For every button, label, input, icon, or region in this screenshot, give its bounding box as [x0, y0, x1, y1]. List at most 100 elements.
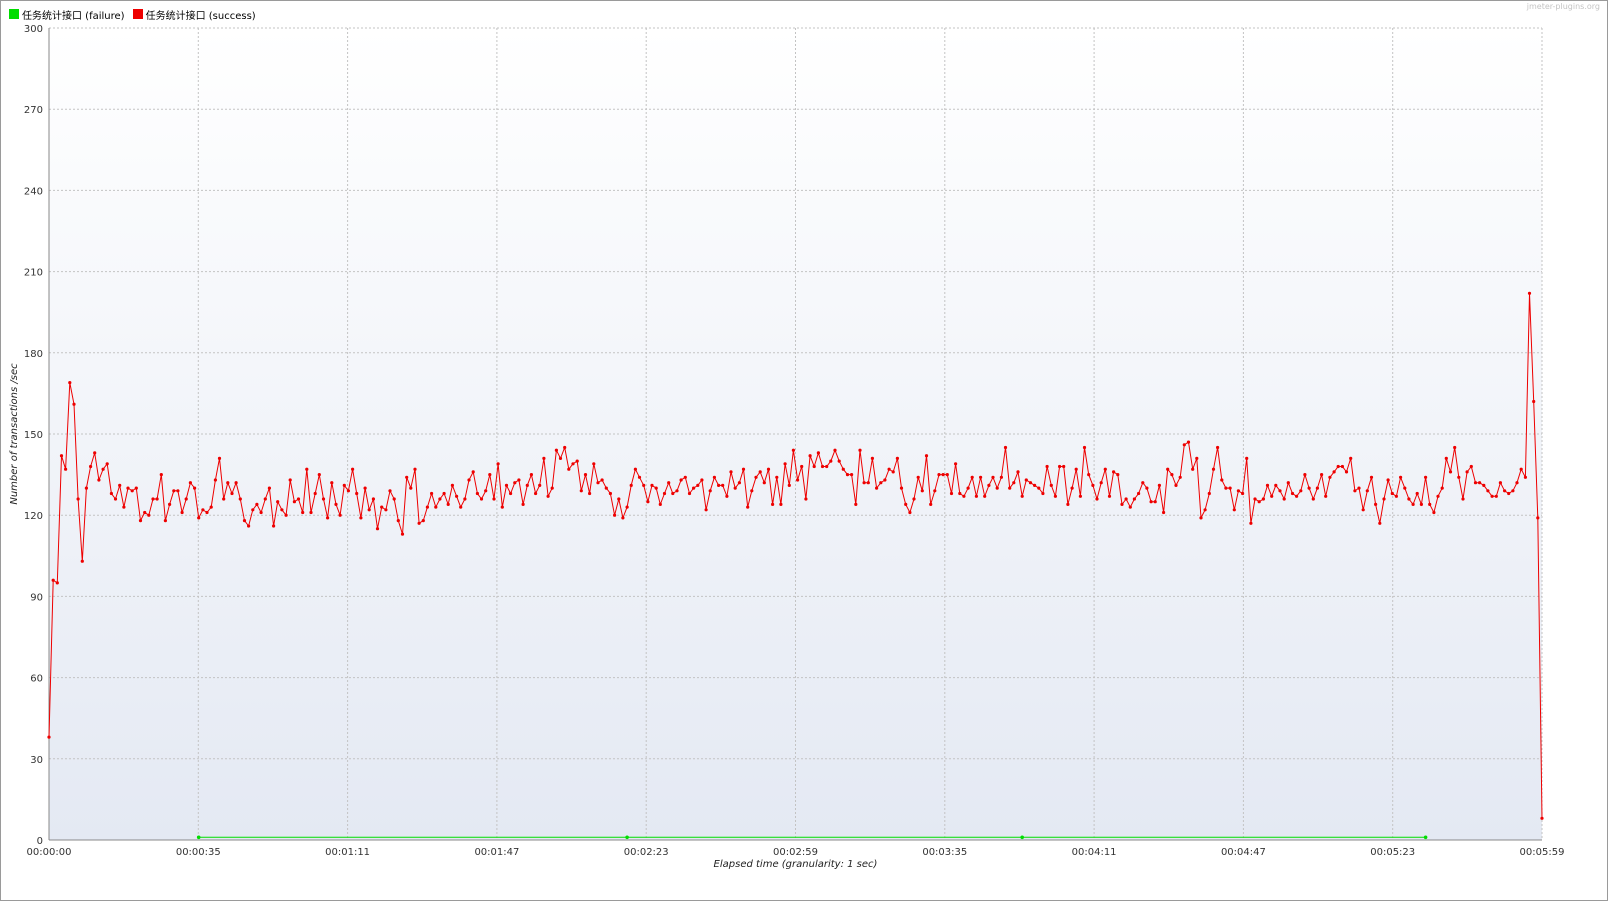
data-point-success — [93, 451, 97, 455]
x-tick-label: 00:00:00 — [27, 847, 72, 858]
data-point-success — [272, 524, 276, 528]
data-point-success — [567, 467, 571, 471]
data-point-success — [1511, 489, 1515, 493]
data-point-success — [1461, 497, 1465, 501]
data-point-success — [1211, 467, 1216, 471]
data-point-success — [1494, 494, 1498, 498]
data-point-success — [442, 491, 446, 496]
data-point-success — [929, 502, 933, 506]
data-point-success — [59, 454, 64, 458]
data-point-success — [417, 521, 421, 525]
data-point-success — [205, 510, 209, 515]
data-point-success — [787, 483, 791, 487]
data-point-success — [1058, 464, 1062, 469]
data-point-success — [1473, 481, 1478, 485]
data-point-success — [450, 483, 454, 487]
data-point-success — [596, 481, 600, 485]
x-tick-label: 00:01:47 — [474, 847, 519, 858]
data-point-success — [796, 478, 800, 482]
data-point-success — [1411, 502, 1415, 506]
data-point-success — [113, 497, 118, 501]
data-point-success — [1482, 483, 1486, 487]
data-point-success — [89, 464, 93, 469]
data-point-success — [1453, 445, 1457, 450]
data-point-success — [263, 497, 267, 501]
data-point-success — [188, 481, 192, 485]
data-point-success — [276, 500, 280, 504]
data-point-success — [825, 464, 829, 469]
data-point-success — [708, 489, 712, 493]
data-point-success — [991, 475, 995, 479]
data-point-success — [217, 456, 222, 460]
data-point-success — [475, 491, 479, 496]
data-point-success — [1419, 502, 1423, 506]
data-point-success — [1103, 467, 1107, 471]
x-tick-label: 00:04:47 — [1221, 847, 1266, 858]
data-point-success — [954, 462, 958, 466]
x-tick-label: 00:00:35 — [176, 847, 221, 858]
data-point-success — [625, 505, 629, 509]
y-tick-label: 0 — [37, 836, 43, 847]
data-point-success — [704, 508, 708, 512]
data-point-success — [434, 505, 438, 509]
data-point-success — [413, 467, 417, 471]
data-point-success — [251, 508, 255, 512]
data-point-success — [966, 486, 970, 490]
data-point-success — [509, 491, 513, 496]
data-point-success — [700, 478, 704, 482]
data-point-success — [338, 513, 342, 517]
data-point-success — [109, 491, 113, 496]
data-point-success — [1236, 489, 1240, 493]
data-point-success — [1444, 456, 1448, 460]
data-point-success — [479, 497, 484, 501]
data-point-success — [812, 464, 816, 469]
data-point-success — [858, 448, 862, 452]
data-point-success — [176, 489, 180, 493]
data-point-success — [1274, 483, 1278, 487]
data-point-success — [791, 448, 796, 452]
data-point-success — [995, 486, 999, 490]
data-point-success — [80, 559, 84, 563]
data-point-success — [1265, 483, 1270, 487]
data-point-success — [301, 510, 305, 515]
data-point-success — [1324, 494, 1328, 498]
data-point-success — [820, 464, 825, 469]
data-point-success — [912, 497, 916, 501]
data-point-success — [184, 497, 188, 501]
data-point-success — [837, 459, 841, 463]
data-point-success — [1220, 478, 1224, 482]
data-point-success — [829, 459, 833, 463]
y-axis-title: Number of transactions /sec — [9, 363, 20, 505]
y-tick-label: 210 — [24, 268, 43, 279]
data-point-success — [1062, 464, 1066, 469]
data-point-success — [1099, 481, 1103, 485]
x-tick-label: 00:05:59 — [1520, 847, 1565, 858]
data-point-success — [841, 467, 845, 471]
data-point-success — [920, 489, 924, 493]
data-point-success — [550, 486, 554, 490]
y-tick-label: 90 — [30, 592, 43, 603]
data-point-success — [375, 527, 380, 531]
data-point-success — [430, 491, 434, 496]
data-point-success — [193, 486, 197, 490]
data-point-success — [1162, 510, 1166, 515]
data-point-success — [754, 475, 758, 479]
data-point-success — [1132, 497, 1136, 501]
data-point-success — [492, 497, 496, 501]
data-point-success — [367, 508, 371, 512]
data-point-success — [1320, 473, 1324, 477]
data-point-success — [558, 456, 563, 460]
x-tick-label: 00:01:11 — [325, 847, 370, 858]
data-point-success — [1232, 508, 1236, 512]
y-tick-label: 180 — [24, 349, 43, 360]
data-point-success — [1207, 491, 1211, 496]
data-point-success — [1519, 467, 1523, 471]
data-point-success — [1253, 497, 1257, 501]
data-point-success — [47, 735, 51, 739]
data-point-success — [1315, 486, 1319, 490]
data-point-success — [1299, 489, 1303, 493]
data-point-success — [534, 491, 538, 496]
data-point-success — [1440, 486, 1444, 490]
data-point-success — [147, 513, 151, 517]
data-point-success — [887, 467, 891, 471]
